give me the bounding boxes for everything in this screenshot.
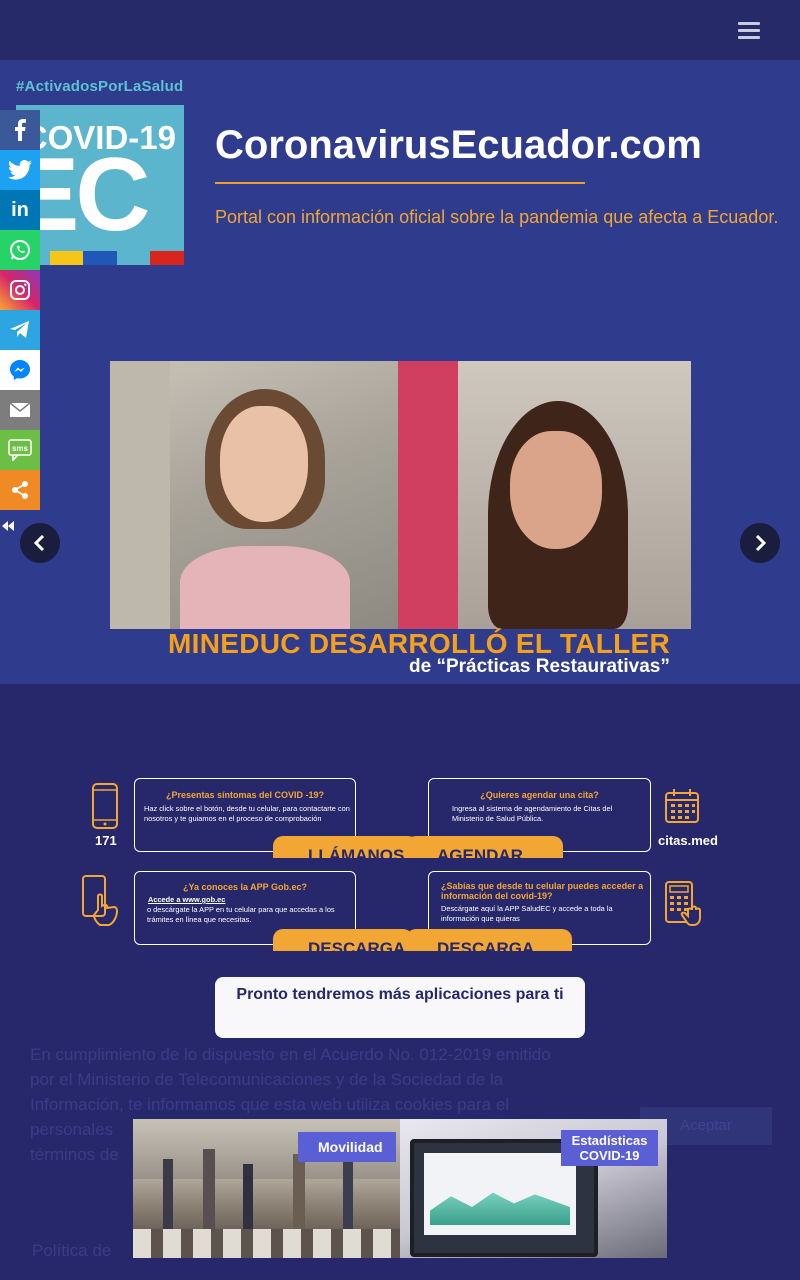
statistics-badge-line: COVID-19	[579, 1148, 640, 1163]
hamburger-menu-icon[interactable]	[738, 22, 760, 40]
schedule-button[interactable]: AGENDAR	[406, 836, 563, 858]
card-body: Descárgate aquí la APP SaludEC y accede …	[441, 904, 613, 923]
share-icon[interactable]	[0, 470, 40, 510]
card-title: ¿Ya conoces la APP Gob.ec?	[182, 882, 308, 892]
call-button[interactable]: LLÁMANOS	[273, 836, 418, 858]
calendar-icon	[665, 789, 699, 823]
card-title: ¿Quieres agendar una cita?	[480, 790, 599, 800]
download-gob-button[interactable]: DESCARGA	[273, 929, 413, 951]
slide-photo-left	[110, 361, 398, 629]
covid19-ec-logo[interactable]: COVID-19 EC	[16, 105, 184, 265]
instagram-icon[interactable]	[0, 270, 40, 310]
card-body: Ingresa al sistema de agendamiento de Ci…	[452, 804, 613, 823]
download-saludec-button[interactable]: DESCARGA	[406, 929, 572, 951]
slide-photo-right	[398, 361, 691, 629]
social-share-bar: in sms	[0, 110, 40, 510]
title-divider	[215, 182, 585, 184]
chevron-right-icon	[755, 535, 766, 551]
card-body: o descárgate la APP en tu celular para q…	[147, 905, 335, 924]
slider-image[interactable]	[110, 361, 691, 629]
site-tagline: Portal con información oficial sobre la …	[215, 207, 779, 227]
card-title: ¿Sabías que desde tu celular puedes acce…	[441, 881, 644, 901]
statistics-banner-image[interactable]: Estadísticas COVID-19	[400, 1119, 667, 1258]
phone-icon	[92, 783, 118, 829]
slider-next-button[interactable]	[740, 523, 780, 563]
statistics-badge: Estadísticas COVID-19	[561, 1130, 658, 1166]
keypad-icon	[665, 881, 701, 926]
privacy-policy-link[interactable]: Política de	[32, 1238, 111, 1263]
logo-flag-stripes	[16, 251, 184, 265]
cookie-line: Información, te informamos que esta web …	[30, 1095, 510, 1114]
chevron-left-icon	[34, 535, 45, 551]
cookie-line: En cumplimiento de lo dispuesto en el Ac…	[30, 1045, 551, 1064]
citas-med-label: citas.med	[658, 833, 718, 848]
coming-soon-box: Pronto tendremos más aplicaciones para t…	[215, 977, 585, 1038]
facebook-icon[interactable]	[0, 110, 40, 150]
hide-share-bar-icon[interactable]	[2, 521, 14, 534]
phone-number-label: 171	[95, 833, 117, 848]
svg-text:sms: sms	[12, 444, 29, 453]
linkedin-icon[interactable]: in	[0, 190, 40, 230]
touch-phone-icon	[82, 875, 119, 926]
cookie-line: por el Ministerio de Telecomunicaciones …	[30, 1070, 504, 1089]
gob-ec-link[interactable]: Accede a www.gob.ec	[135, 895, 355, 905]
email-icon[interactable]	[0, 390, 40, 430]
slide-subtitle: de “Prácticas Restaurativas”	[409, 656, 670, 677]
whatsapp-icon[interactable]	[0, 230, 40, 270]
site-title[interactable]: CoronavirusEcuador.com	[215, 123, 702, 168]
top-bar	[0, 0, 800, 60]
sms-icon[interactable]: sms	[0, 430, 40, 470]
hashtag: #ActivadosPorLaSalud	[16, 78, 184, 95]
mobility-banner-image[interactable]: Movilidad	[133, 1119, 400, 1258]
statistics-badge-line: Estadísticas	[571, 1133, 648, 1148]
card-title: ¿Presentas síntomas del COVID -19?	[165, 790, 325, 800]
bottom-banner[interactable]: Movilidad Estadísticas COVID-19	[133, 1119, 667, 1258]
messenger-icon[interactable]	[0, 350, 40, 390]
twitter-icon[interactable]	[0, 150, 40, 190]
mobility-badge: Movilidad	[298, 1132, 396, 1162]
slider-prev-button[interactable]	[20, 523, 60, 563]
card-body: Haz click sobre el botón, desde tu celul…	[144, 804, 350, 823]
telegram-icon[interactable]	[0, 310, 40, 350]
